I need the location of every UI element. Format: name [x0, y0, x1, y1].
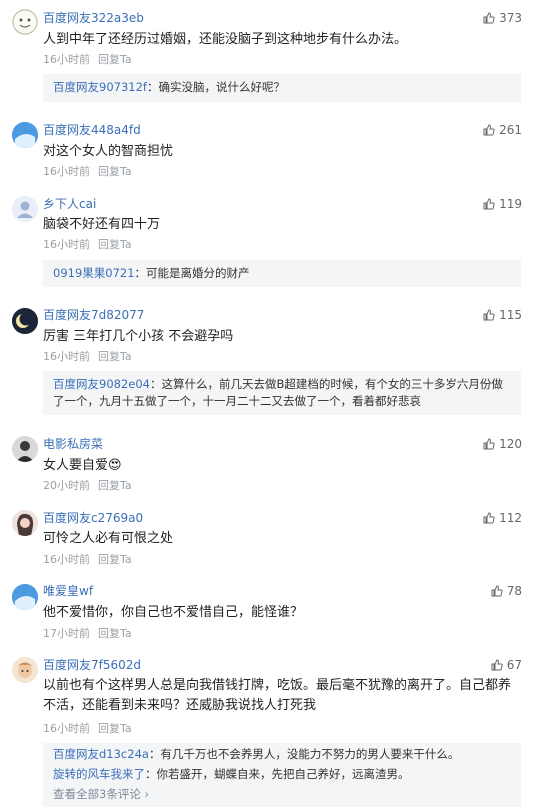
avatar[interactable] — [12, 9, 38, 35]
reply-button[interactable]: 回复Ta — [98, 53, 132, 66]
like-count: 373 — [499, 11, 522, 25]
comment-meta: 16小时前 回复Ta — [43, 553, 132, 566]
comment-text: 可怜之人必有可恨之处 — [43, 531, 174, 546]
comment-text: 女人要自爱😍 — [43, 458, 122, 473]
comment-meta: 16小时前 回复Ta — [43, 165, 132, 178]
reply-item: 旋转的风车我来了：你若盛开，蝴蝶自来，先把自己养好，远离渣男。 — [53, 766, 511, 783]
reply-username[interactable]: 0919果果0721 — [53, 266, 135, 280]
default-user-icon — [12, 196, 38, 222]
portrait-avatar-icon — [12, 510, 38, 536]
like-button[interactable]: 67 — [491, 658, 522, 674]
comment-meta: 17小时前 回复Ta — [43, 627, 132, 640]
like-button[interactable]: 120 — [483, 437, 522, 453]
comment-time: 16小时前 — [43, 350, 90, 363]
thumbs-up-icon — [483, 124, 495, 139]
reply-list: 0919果果0721：可能是离婚分的财产 — [43, 260, 521, 287]
avatar-blue-icon — [12, 584, 38, 610]
avatar[interactable] — [12, 122, 38, 148]
reply-username[interactable]: 百度网友9082e04 — [53, 377, 150, 391]
like-button[interactable]: 115 — [483, 308, 522, 324]
like-count: 261 — [499, 123, 522, 137]
thumbs-up-icon — [483, 309, 495, 324]
avatar[interactable] — [12, 308, 38, 334]
thumbs-up-icon — [491, 659, 503, 674]
username[interactable]: 百度网友7f5602d — [43, 658, 141, 672]
comment-time: 20小时前 — [43, 479, 90, 492]
reply-text: ：确实没脑，说什么好呢？ — [146, 80, 285, 94]
avatar[interactable] — [12, 584, 38, 610]
avatar[interactable] — [12, 196, 38, 222]
comment-meta: 16小时前 回复Ta — [43, 238, 132, 251]
reply-list: 百度网友9082e04：这算什么，前几天去做B超建档的时候，有个女的三十多岁六月… — [43, 371, 521, 415]
like-button[interactable]: 78 — [491, 584, 522, 600]
like-button[interactable]: 112 — [483, 511, 522, 527]
reply-item: 百度网友d13c24a：有几千万也不会养男人，没能力不努力的男人要来干什么。 — [53, 746, 511, 763]
like-button[interactable]: 119 — [483, 197, 522, 213]
comment-meta: 20小时前 回复Ta — [43, 479, 132, 492]
reply-text: ：可能是离婚分的财产 — [134, 266, 250, 280]
username[interactable]: 百度网友c2769a0 — [43, 511, 143, 525]
like-count: 119 — [499, 197, 522, 211]
reply-list: 百度网友907312f：确实没脑，说什么好呢？ — [43, 74, 521, 102]
username[interactable]: 百度网友322a3eb — [43, 11, 144, 25]
comment-time: 16小时前 — [43, 553, 90, 566]
username[interactable]: 百度网友448a4fd — [43, 123, 141, 137]
reply-button[interactable]: 回复Ta — [98, 165, 132, 178]
like-count: 78 — [506, 584, 522, 598]
reply-text: ：有几千万也不会养男人，没能力不努力的男人要来干什么。 — [148, 747, 460, 761]
comment-text: 他不爱惜你，你自己也不爱惜自己，能怪谁？ — [43, 605, 304, 620]
avatar[interactable] — [12, 436, 38, 462]
avatar-blue-icon — [12, 122, 38, 148]
reply-username[interactable]: 旋转的风车我来了 — [53, 767, 145, 781]
thumbs-up-icon — [483, 438, 495, 453]
reply-item: 百度网友9082e04：这算什么，前几天去做B超建档的时候，有个女的三十多岁六月… — [53, 376, 511, 410]
moon-avatar-icon — [12, 308, 38, 334]
reply-button[interactable]: 回复Ta — [98, 627, 132, 640]
comment-time: 16小时前 — [43, 238, 90, 251]
reply-item: 0919果果0721：可能是离婚分的财产 — [53, 265, 511, 282]
thumbs-up-icon — [483, 198, 495, 213]
reply-username[interactable]: 百度网友907312f — [53, 80, 147, 94]
username[interactable]: 唯爱皇wf — [43, 584, 93, 598]
like-button[interactable]: 261 — [483, 123, 522, 139]
reply-text: ：你若盛开，蝴蝶自来，先把自己养好，远离渣男。 — [145, 767, 410, 781]
comment-text: 脑袋不好还有四十万 — [43, 217, 161, 232]
reply-item: 百度网友907312f：确实没脑，说什么好呢？ — [53, 79, 511, 96]
reply-button[interactable]: 回复Ta — [98, 350, 132, 363]
comment-text: 人到中年了还经历过婚姻，还能没脑子到这种地步有什么办法。 — [43, 32, 408, 47]
thumbs-up-icon — [483, 12, 495, 27]
reply-list: 百度网友d13c24a：有几千万也不会养男人，没能力不努力的男人要来干什么。 旋… — [43, 743, 521, 807]
comment-time: 17小时前 — [43, 627, 90, 640]
avatar-doodle-icon — [12, 9, 38, 35]
comment-text: 厉害 三年打几个小孩 不会避孕吗 — [43, 329, 234, 344]
comment-meta: 16小时前 回复Ta — [43, 722, 132, 735]
username[interactable]: 电影私房菜 — [43, 437, 103, 451]
comment-meta: 16小时前 回复Ta — [43, 53, 132, 66]
avatar[interactable] — [12, 657, 38, 683]
like-count: 115 — [499, 308, 522, 322]
reply-username[interactable]: 百度网友d13c24a — [53, 747, 149, 761]
thumbs-up-icon — [483, 512, 495, 527]
reply-button[interactable]: 回复Ta — [98, 722, 132, 735]
comment-text: 对这个女人的智商担忧 — [43, 144, 174, 159]
reply-button[interactable]: 回复Ta — [98, 553, 132, 566]
comment-time: 16小时前 — [43, 165, 90, 178]
like-count: 112 — [499, 511, 522, 525]
comment-meta: 16小时前 回复Ta — [43, 350, 132, 363]
avatar[interactable] — [12, 510, 38, 536]
reply-button[interactable]: 回复Ta — [98, 238, 132, 251]
comment-text: 以前也有个这样男人总是向我借钱打牌，吃饭。最后毫不犹豫的离开了。自己都养不活，还… — [43, 678, 512, 713]
comment-time: 16小时前 — [43, 53, 90, 66]
cartoon-avatar-icon — [12, 657, 38, 683]
thumbs-up-icon — [491, 585, 503, 600]
like-button[interactable]: 373 — [483, 11, 522, 27]
username[interactable]: 乡下人cai — [43, 197, 96, 211]
username[interactable]: 百度网友7d82077 — [43, 308, 144, 322]
comment-time: 16小时前 — [43, 722, 90, 735]
person-avatar-icon — [12, 436, 38, 462]
like-count: 120 — [499, 437, 522, 451]
like-count: 67 — [506, 658, 522, 672]
reply-button[interactable]: 回复Ta — [98, 479, 132, 492]
view-all-replies-link[interactable]: 查看全部3条评论 › — [53, 786, 511, 803]
